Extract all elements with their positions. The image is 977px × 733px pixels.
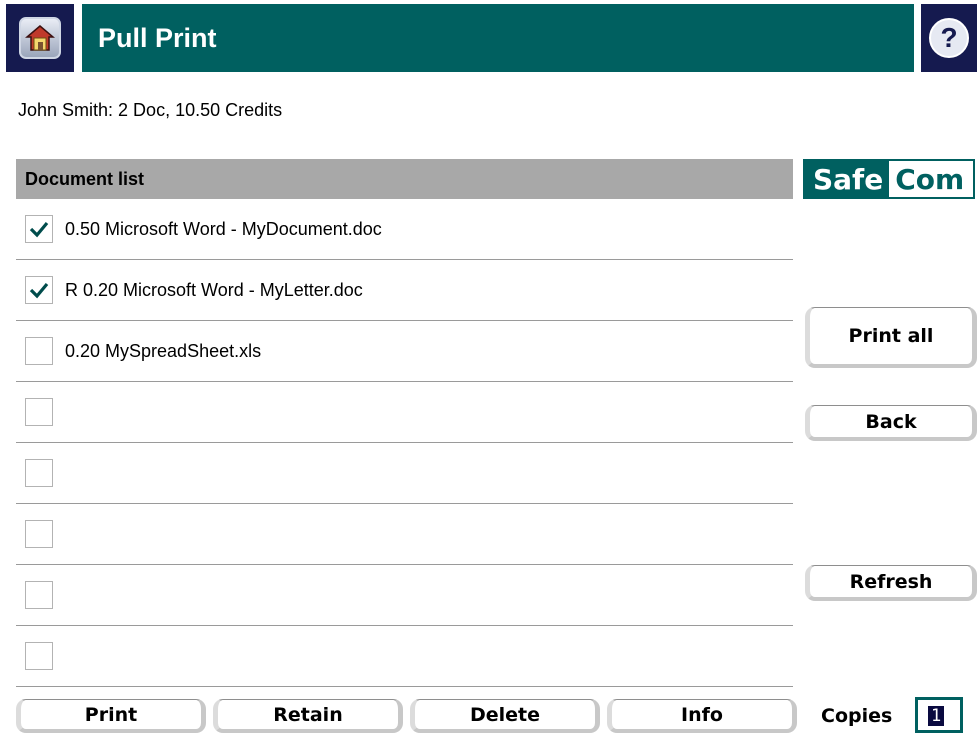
print-button[interactable]: Print (16, 699, 206, 733)
title-bar: Pull Print (82, 4, 914, 72)
document-checkbox[interactable] (25, 459, 53, 487)
checkmark-icon (29, 282, 49, 299)
document-label: 0.50 Microsoft Word - MyDocument.doc (65, 218, 382, 239)
document-list-header: Document list (16, 159, 793, 199)
copies-value: 1 (928, 706, 945, 726)
document-checkbox[interactable] (25, 337, 53, 365)
checkmark-icon (29, 221, 49, 238)
logo-part-com: Com (889, 161, 969, 197)
document-label: R 0.20 Microsoft Word - MyLetter.doc (65, 279, 363, 300)
document-row[interactable] (16, 443, 793, 504)
back-button[interactable]: Back (805, 405, 977, 441)
delete-button[interactable]: Delete (410, 699, 600, 733)
info-button[interactable]: Info (607, 699, 797, 733)
home-icon (19, 17, 61, 59)
document-row[interactable]: R 0.20 Microsoft Word - MyLetter.doc (16, 260, 793, 321)
document-row[interactable]: 0.50 Microsoft Word - MyDocument.doc (16, 199, 793, 260)
document-row[interactable] (16, 382, 793, 443)
copies-label: Copies (821, 705, 893, 727)
document-checkbox[interactable] (25, 520, 53, 548)
help-button[interactable]: ? (921, 4, 977, 72)
document-row[interactable]: 0.20 MySpreadSheet.xls (16, 321, 793, 382)
document-checkbox[interactable] (25, 276, 53, 304)
document-row[interactable] (16, 626, 793, 687)
document-checkbox[interactable] (25, 581, 53, 609)
document-label: 0.20 MySpreadSheet.xls (65, 340, 262, 361)
document-list-title: Document list (25, 168, 145, 189)
print-all-button[interactable]: Print all (805, 307, 977, 368)
safecom-logo: Safe Com (803, 159, 975, 199)
help-icon: ? (929, 18, 969, 58)
logo-part-safe: Safe (805, 161, 890, 197)
refresh-button[interactable]: Refresh (805, 565, 977, 601)
document-checkbox[interactable] (25, 398, 53, 426)
document-row[interactable] (16, 565, 793, 626)
home-button[interactable] (6, 4, 74, 72)
page-title: Pull Print (98, 22, 217, 53)
document-checkbox[interactable] (25, 642, 53, 670)
retain-button[interactable]: Retain (213, 699, 403, 733)
user-info-text: John Smith: 2 Doc, 10.50 Credits (18, 100, 283, 120)
copies-input[interactable]: 1 (915, 697, 963, 733)
document-checkbox[interactable] (25, 215, 53, 243)
document-row[interactable] (16, 504, 793, 565)
